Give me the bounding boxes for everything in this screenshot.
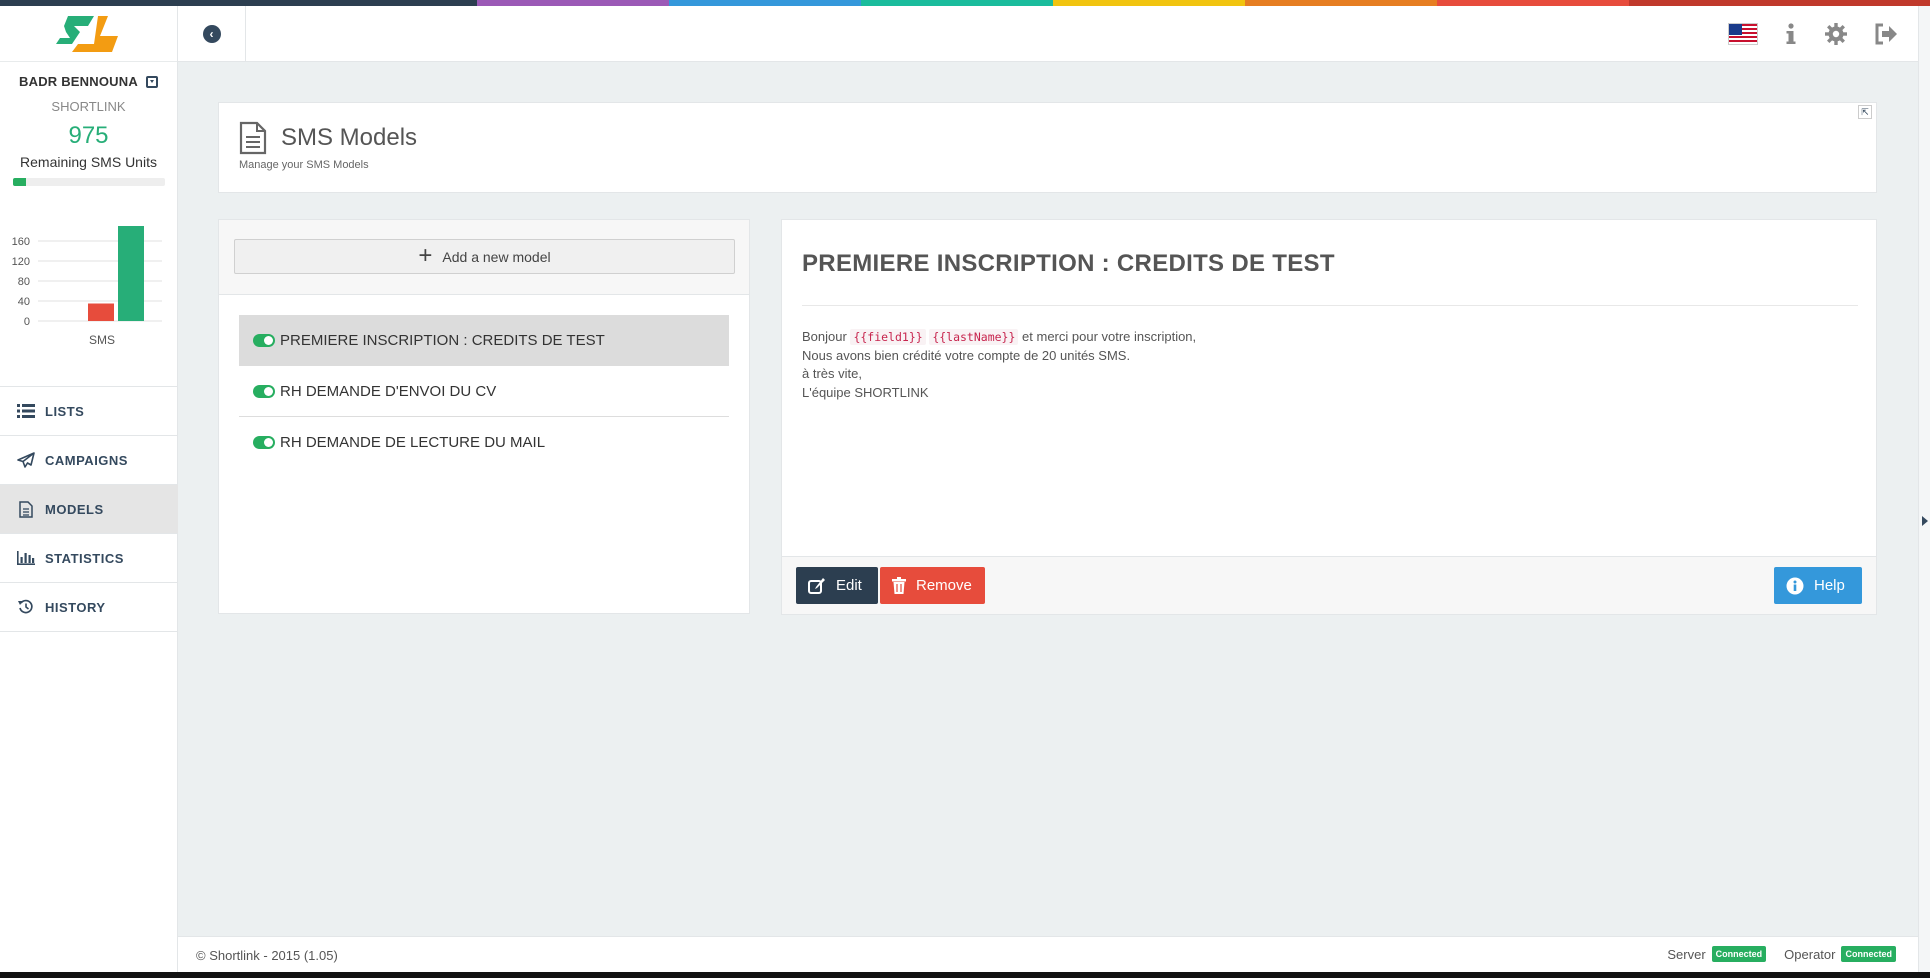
sidebar-item-label: CAMPAIGNS <box>45 452 128 468</box>
help-button[interactable]: Help <box>1774 567 1862 604</box>
sms-chart-svg: 0 40 80 120 160 SMS <box>12 226 162 347</box>
shortlink-logo-icon <box>55 15 118 52</box>
top-color-strip <box>0 0 1930 6</box>
y-tick-label: 160 <box>12 236 30 248</box>
y-tick-label: 0 <box>24 316 30 328</box>
gear-icon[interactable] <box>1824 22 1848 46</box>
model-title: PREMIERE INSCRIPTION : CREDITS DE TEST <box>802 250 1335 277</box>
server-label: Server <box>1667 946 1706 962</box>
units-progress-fill <box>12 178 27 186</box>
caret-right-icon <box>1922 516 1928 526</box>
sidebar: BADR BENNOUNA SHORTLINK 975 Remaining SM… <box>0 6 178 972</box>
toggle-on-icon[interactable] <box>253 436 275 449</box>
variable-field1: {{field1}} <box>850 329 926 345</box>
variable-lastname: {{lastName}} <box>929 329 1019 345</box>
models-list: PREMIERE INSCRIPTION : CREDITS DE TEST RH… <box>219 295 749 468</box>
logo[interactable] <box>0 6 177 62</box>
detail-actions: Edit Remove Help <box>782 556 1876 614</box>
page-title-card: SMS Models Manage your SMS Models ⇱ <box>218 102 1877 193</box>
us-flag-icon[interactable] <box>1728 23 1758 45</box>
model-list-item[interactable]: PREMIERE INSCRIPTION : CREDITS DE TEST <box>239 315 729 366</box>
sidebar-item-models[interactable]: MODELS <box>0 485 178 534</box>
strip-segment <box>1245 0 1437 6</box>
chevron-left-icon: ‹ <box>202 25 221 43</box>
strip-segment <box>669 0 861 6</box>
main-nav: LISTS CAMPAIGNS MODELS STATISTICS HISTORY <box>0 386 178 632</box>
bottom-bar <box>0 972 1930 978</box>
model-list-item-label: RH DEMANDE DE LECTURE DU MAIL <box>280 434 546 451</box>
page-title: SMS Models <box>281 124 418 151</box>
strip-segment <box>477 0 669 6</box>
sidebar-item-history[interactable]: HISTORY <box>0 583 178 632</box>
top-header: ‹ <box>178 6 1918 62</box>
user-name[interactable]: BADR BENNOUNA <box>0 74 177 89</box>
strip-segment <box>861 0 1053 6</box>
y-tick-label: 120 <box>12 256 30 268</box>
copyright: © Shortlink - 2015 (1.05) <box>196 948 338 963</box>
edit-button[interactable]: Edit <box>796 567 878 604</box>
strip-segment <box>1629 0 1930 6</box>
info-icon[interactable] <box>1784 22 1798 46</box>
document-icon <box>239 121 267 155</box>
paper-plane-icon <box>17 451 35 469</box>
expand-icon[interactable]: ⇱ <box>1858 105 1872 119</box>
model-detail-card: PREMIERE INSCRIPTION : CREDITS DE TEST B… <box>781 219 1877 615</box>
y-tick-label: 40 <box>18 296 30 308</box>
right-panel-toggle[interactable] <box>1918 6 1930 972</box>
sms-bar <box>88 303 114 321</box>
sidebar-item-statistics[interactable]: STATISTICS <box>0 534 178 583</box>
remaining-units-label: Remaining SMS Units <box>20 154 157 170</box>
model-list-item-label: RH DEMANDE D'ENVOI DU CV <box>280 382 497 400</box>
bar-chart-icon <box>17 549 35 567</box>
sms-bar <box>118 226 144 321</box>
remove-button[interactable]: Remove <box>880 567 985 604</box>
operator-label: Operator <box>1784 946 1836 962</box>
sidebar-item-label: LISTS <box>45 403 85 419</box>
document-icon <box>17 500 35 518</box>
remaining-units-value: 975 <box>68 122 109 149</box>
y-tick-label: 80 <box>18 276 30 288</box>
sms-mini-chart: 0 40 80 120 160 SMS <box>0 226 177 347</box>
logout-icon[interactable] <box>1874 23 1898 45</box>
info-circle-icon <box>1786 577 1804 594</box>
list-icon <box>17 402 35 420</box>
sidebar-item-campaigns[interactable]: CAMPAIGNS <box>0 436 178 485</box>
x-axis-label: SMS <box>89 333 115 347</box>
trash-icon <box>892 576 906 594</box>
sidebar-item-label: HISTORY <box>45 599 106 615</box>
plus-icon: + <box>418 241 433 269</box>
company-name: SHORTLINK <box>51 99 126 114</box>
toggle-on-icon[interactable] <box>253 334 275 347</box>
add-model-button[interactable]: + Add a new model <box>234 239 735 274</box>
strip-segment <box>1053 0 1245 6</box>
divider <box>802 305 1858 306</box>
operator-status-badge: Connected <box>1841 946 1896 962</box>
edit-icon <box>808 577 825 594</box>
footer: © Shortlink - 2015 (1.05) Server Connect… <box>178 936 1918 972</box>
strip-segment <box>0 0 477 6</box>
add-model-label: Add a new model <box>442 248 551 265</box>
units-progress-bar <box>12 178 165 186</box>
models-list-card: + Add a new model PREMIERE INSCRIPTION :… <box>218 219 750 614</box>
model-list-item[interactable]: RH DEMANDE DE LECTURE DU MAIL <box>239 417 729 468</box>
history-icon <box>17 598 35 616</box>
dropdown-icon[interactable] <box>145 75 158 88</box>
model-list-item-label: PREMIERE INSCRIPTION : CREDITS DE TEST <box>280 332 605 349</box>
model-list-item[interactable]: RH DEMANDE D'ENVOI DU CV <box>239 366 729 417</box>
page-subtitle: Manage your SMS Models <box>239 159 369 171</box>
sidebar-item-lists[interactable]: LISTS <box>0 387 178 436</box>
model-content: Bonjour {{field1}} {{lastName}} et merci… <box>802 329 1197 400</box>
strip-segment <box>1437 0 1629 6</box>
sidebar-item-label: MODELS <box>45 501 104 517</box>
server-status-badge: Connected <box>1711 946 1767 962</box>
sidebar-item-label: STATISTICS <box>45 550 124 566</box>
toggle-on-icon[interactable] <box>253 384 275 398</box>
connection-status: Server Connected Operator Connected <box>1667 946 1896 962</box>
collapse-sidebar-button[interactable]: ‹ <box>178 6 246 62</box>
